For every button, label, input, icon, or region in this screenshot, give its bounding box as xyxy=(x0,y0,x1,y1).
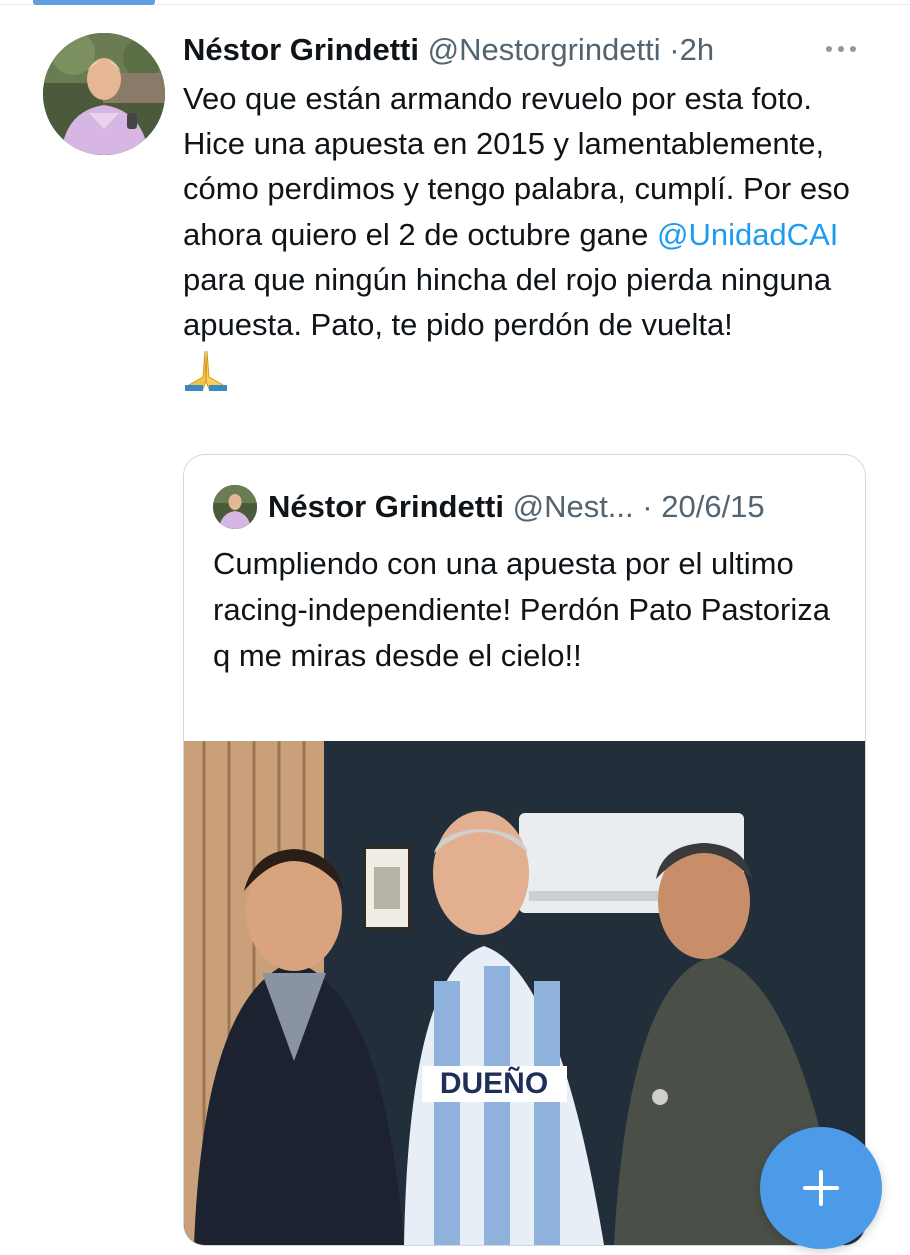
plus-icon xyxy=(803,1170,839,1206)
quoted-tweet-header: Néstor Grindetti @Nest... · 20/6/15 xyxy=(268,485,765,529)
author-name[interactable]: Néstor Grindetti xyxy=(183,32,419,67)
quoted-author-name: Néstor Grindetti xyxy=(268,489,504,524)
quoted-tweet-text: Cumpliendo con una apuesta por el ultimo… xyxy=(213,546,830,673)
active-tab-indicator xyxy=(33,0,155,5)
quoted-tweet-date: 20/6/15 xyxy=(661,489,765,524)
more-options-icon[interactable] xyxy=(826,36,866,62)
tweet-time[interactable]: 2h xyxy=(680,32,714,67)
quoted-author-handle: @Nest... xyxy=(512,489,634,524)
compose-tweet-button[interactable] xyxy=(760,1127,882,1249)
quoted-author-avatar xyxy=(213,485,257,529)
quoted-tweet-card[interactable]: Néstor Grindetti @Nest... · 20/6/15 Cump… xyxy=(183,454,866,1246)
tweet-text: Veo que están armando revuelo por esta f… xyxy=(183,76,863,395)
mention-link[interactable]: @UnidadCAI xyxy=(657,217,838,252)
folded-hands-emoji-icon xyxy=(185,351,227,392)
header-separator: · xyxy=(669,32,680,67)
shirt-text: DUEÑO xyxy=(440,1066,548,1100)
quoted-header-separator: · xyxy=(642,489,653,524)
profile-photo-icon xyxy=(213,485,257,529)
tweet-header: Néstor Grindetti @Nestorgrindetti ·2h xyxy=(183,28,714,72)
profile-photo-icon xyxy=(43,33,165,155)
author-handle[interactable]: @Nestorgrindetti xyxy=(428,32,661,67)
tweet-text-part: para que ningún hincha del rojo pierda n… xyxy=(183,261,832,343)
author-avatar[interactable] xyxy=(43,33,165,155)
